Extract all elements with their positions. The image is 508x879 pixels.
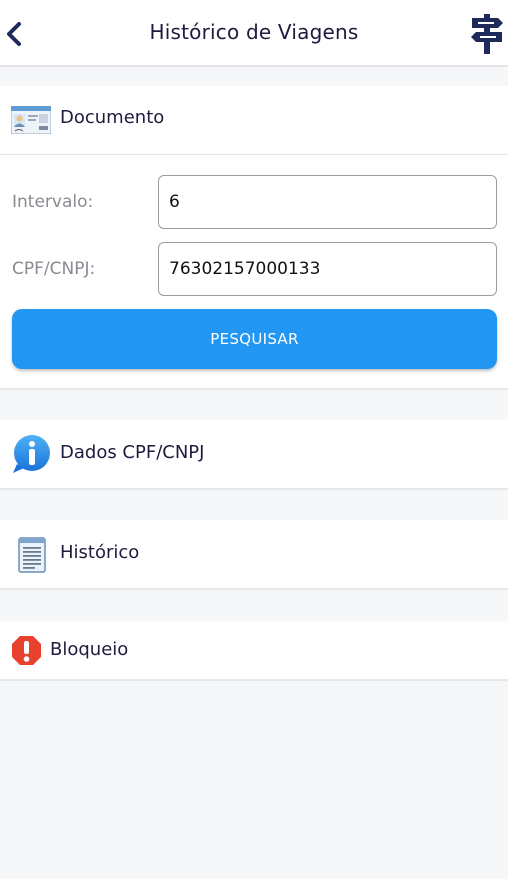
bloqueio-title: Bloqueio [50,639,129,660]
signpost-button[interactable] [470,14,504,54]
cpf-cnpj-label: CPF/CNPJ: [12,259,96,279]
info-icon [11,434,51,478]
dados-cpf-cnpj-section[interactable]: Dados CPF/CNPJ [0,420,508,490]
search-button[interactable]: PESQUISAR [12,309,497,369]
page-title: Histórico de Viagens [149,20,359,44]
app-header: Histórico de Viagens [0,0,508,67]
documento-section: Documento Intervalo: CPF/CNPJ: PESQUISAR [0,86,508,390]
cpf-cnpj-input[interactable] [158,242,497,296]
dados-cpf-cnpj-title: Dados CPF/CNPJ [60,442,205,463]
intervalo-input[interactable] [158,175,497,229]
historico-title: Histórico [60,542,140,563]
signpost-icon [471,14,503,54]
bloqueio-section[interactable]: Bloqueio [0,621,508,681]
document-icon [17,536,47,578]
divider [0,154,508,155]
alert-icon [11,635,42,670]
intervalo-label: Intervalo: [12,192,94,212]
historico-section[interactable]: Histórico [0,520,508,590]
documento-title: Documento [60,107,165,128]
id-card-icon [10,105,52,138]
